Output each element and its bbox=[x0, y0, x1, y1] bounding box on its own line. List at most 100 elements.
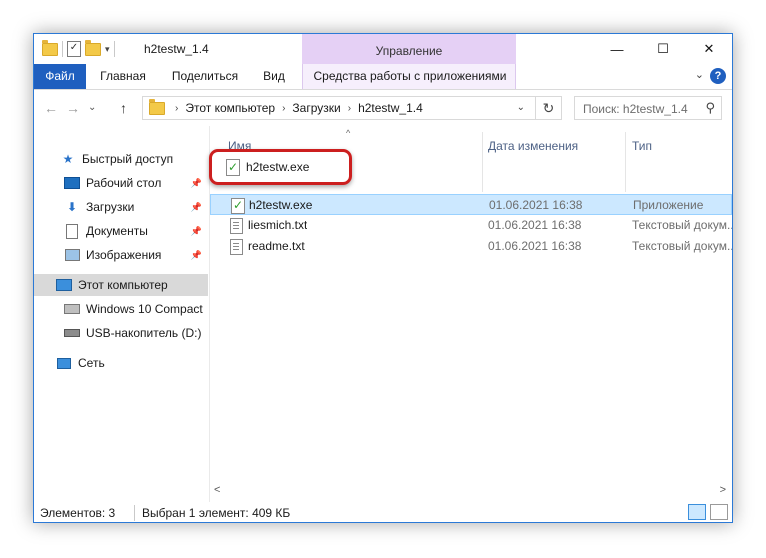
breadcrumb-current-folder[interactable]: h2testw_1.4 bbox=[358, 101, 423, 115]
chevron-right-icon[interactable]: › bbox=[348, 103, 351, 114]
title-bar: ✓ ▾ h2testw_1.4 Управление — ☐ ✕ bbox=[34, 34, 732, 64]
quick-access-toolbar: ✓ ▾ bbox=[42, 39, 115, 59]
explorer-window: ✓ ▾ h2testw_1.4 Управление — ☐ ✕ Файл Гл… bbox=[33, 33, 733, 523]
search-placeholder: Поиск: h2testw_1.4 bbox=[583, 102, 688, 116]
navigation-pane: ★ Быстрый доступ Рабочий стол 📌 ⬇ Загруз… bbox=[34, 126, 210, 502]
text-file-icon bbox=[230, 239, 243, 255]
address-bar[interactable]: › Этот компьютер › Загрузки › h2testw_1.… bbox=[142, 96, 536, 120]
tab-view[interactable]: Вид bbox=[254, 64, 294, 89]
nav-documents[interactable]: Документы 📌 bbox=[64, 220, 208, 242]
minimize-button[interactable]: — bbox=[594, 34, 640, 64]
nav-pictures[interactable]: Изображения 📌 bbox=[64, 244, 208, 266]
status-item-count: Элементов: 3 bbox=[40, 506, 116, 520]
column-header-type[interactable]: Тип bbox=[632, 134, 652, 158]
customize-toolbar-icon[interactable]: ▾ bbox=[105, 44, 110, 55]
file-type: Приложение bbox=[633, 198, 704, 212]
file-row[interactable]: readme.txt 01.06.2021 16:38 Текстовый до… bbox=[210, 236, 732, 257]
nav-quick-access[interactable]: ★ Быстрый доступ bbox=[60, 148, 208, 170]
pin-icon[interactable]: 📌 bbox=[191, 178, 202, 189]
column-header-date[interactable]: Дата изменения bbox=[488, 134, 578, 158]
breadcrumb-downloads[interactable]: Загрузки bbox=[292, 101, 340, 115]
file-name[interactable]: readme.txt bbox=[248, 239, 305, 253]
nav-network[interactable]: Сеть bbox=[56, 352, 208, 374]
documents-icon bbox=[64, 223, 80, 239]
network-icon bbox=[56, 356, 72, 370]
toolbar-divider bbox=[113, 41, 115, 57]
nav-label: Изображения bbox=[86, 248, 162, 262]
refresh-button[interactable]: ↻ bbox=[536, 96, 562, 120]
breadcrumb-this-pc[interactable]: Этот компьютер bbox=[185, 101, 275, 115]
pin-icon[interactable]: 📌 bbox=[191, 250, 202, 261]
ribbon-expand-icon[interactable]: ⌄ bbox=[695, 68, 704, 81]
scroll-right-icon[interactable]: > bbox=[720, 484, 726, 496]
nav-desktop[interactable]: Рабочий стол 📌 bbox=[64, 172, 208, 194]
chevron-down-icon[interactable]: ⌄ bbox=[517, 102, 525, 113]
new-folder-icon[interactable] bbox=[85, 39, 101, 56]
status-bar: Элементов: 3 Выбран 1 элемент: 409 КБ bbox=[34, 502, 732, 522]
windows-drive-icon bbox=[64, 302, 80, 316]
usb-drive-icon bbox=[64, 326, 80, 340]
status-selection: Выбран 1 элемент: 409 КБ bbox=[142, 506, 291, 520]
search-input[interactable]: Поиск: h2testw_1.4 ⚲ bbox=[574, 96, 722, 120]
nav-drive-c[interactable]: Windows 10 Compact bbox=[64, 298, 208, 320]
forward-icon[interactable]: → bbox=[66, 100, 80, 116]
file-date: 01.06.2021 16:38 bbox=[488, 239, 582, 253]
nav-label: Загрузки bbox=[86, 200, 135, 214]
file-row[interactable]: liesmich.txt 01.06.2021 16:38 Текстовый … bbox=[210, 215, 732, 236]
scroll-left-icon[interactable]: < bbox=[214, 484, 220, 496]
navigation-bar: ← → ⌄ ↑ › Этот компьютер › Загрузки › h2… bbox=[34, 90, 732, 126]
close-button[interactable]: ✕ bbox=[686, 34, 732, 64]
nav-drive-d[interactable]: USB-накопитель (D:) bbox=[64, 322, 208, 344]
up-icon[interactable]: ↑ bbox=[120, 100, 127, 116]
tab-home[interactable]: Главная bbox=[90, 64, 156, 89]
file-row[interactable]: ✓ h2testw.exe 01.06.2021 16:38 Приложени… bbox=[210, 194, 732, 215]
chevron-right-icon[interactable]: › bbox=[282, 103, 285, 114]
text-file-icon bbox=[230, 218, 243, 234]
recent-locations-icon[interactable]: ⌄ bbox=[88, 102, 96, 113]
close-icon: ✕ bbox=[703, 41, 715, 56]
column-divider[interactable] bbox=[482, 132, 483, 192]
contextual-tab-group-label[interactable]: Управление bbox=[302, 44, 516, 58]
computer-icon bbox=[56, 278, 72, 292]
maximize-button[interactable]: ☐ bbox=[640, 34, 686, 64]
star-icon: ★ bbox=[62, 152, 74, 166]
exe-icon: ✓ bbox=[226, 159, 240, 176]
desktop-icon bbox=[64, 176, 80, 190]
minimize-icon: — bbox=[610, 41, 624, 57]
maximize-icon: ☐ bbox=[657, 41, 669, 56]
file-name[interactable]: h2testw.exe bbox=[249, 198, 312, 212]
pin-icon[interactable]: 📌 bbox=[191, 226, 202, 237]
file-type: Текстовый докум... bbox=[632, 218, 733, 232]
nav-this-pc[interactable]: Этот компьютер bbox=[34, 274, 208, 296]
nav-label: USB-накопитель (D:) bbox=[86, 326, 202, 340]
folder-icon bbox=[42, 39, 58, 56]
status-divider bbox=[134, 505, 135, 521]
nav-downloads[interactable]: ⬇ Загрузки 📌 bbox=[64, 196, 208, 218]
horizontal-scrollbar[interactable]: < > bbox=[210, 484, 732, 501]
back-icon[interactable]: ← bbox=[44, 100, 58, 116]
column-divider[interactable] bbox=[625, 132, 626, 192]
tab-file[interactable]: Файл bbox=[34, 64, 86, 89]
window-title: h2testw_1.4 bbox=[144, 42, 209, 56]
file-date: 01.06.2021 16:38 bbox=[488, 218, 582, 232]
download-icon: ⬇ bbox=[66, 200, 78, 214]
highlight-label: h2testw.exe bbox=[246, 160, 310, 174]
nav-label: Документы bbox=[86, 224, 148, 238]
search-icon: ⚲ bbox=[705, 100, 715, 115]
file-date: 01.06.2021 16:38 bbox=[489, 198, 583, 212]
chevron-right-icon: › bbox=[175, 102, 179, 114]
large-icons-view-icon[interactable] bbox=[710, 504, 728, 520]
nav-label: Этот компьютер bbox=[78, 278, 168, 292]
pin-icon[interactable]: 📌 bbox=[191, 202, 202, 213]
tab-application-tools[interactable]: Средства работы с приложениями bbox=[304, 64, 516, 89]
file-name[interactable]: liesmich.txt bbox=[248, 218, 307, 232]
details-view-icon[interactable] bbox=[688, 504, 706, 520]
tab-share[interactable]: Поделиться bbox=[162, 64, 248, 89]
ribbon-tabs: Файл Главная Поделиться Вид Средства раб… bbox=[34, 64, 732, 90]
nav-label: Быстрый доступ bbox=[82, 152, 174, 166]
help-icon[interactable]: ? bbox=[710, 68, 726, 84]
exe-icon: ✓ bbox=[231, 198, 245, 214]
pictures-icon bbox=[64, 248, 80, 262]
properties-icon[interactable]: ✓ bbox=[67, 41, 81, 57]
file-type: Текстовый докум... bbox=[632, 239, 733, 253]
